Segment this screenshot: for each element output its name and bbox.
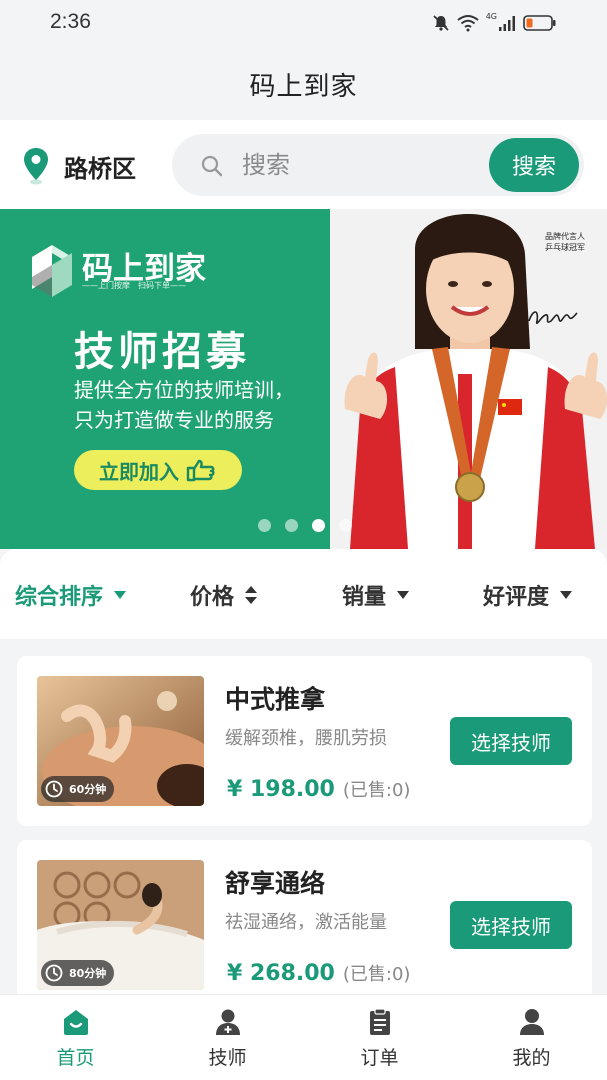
battery-low-icon — [523, 15, 556, 31]
tab-profile[interactable]: 我的 — [456, 995, 607, 1080]
banner-dot-1[interactable] — [258, 519, 271, 532]
sort-sales-label: 销量 — [342, 585, 387, 610]
bottom-tab-bar: 首页 技师 订单 我的 — [0, 994, 607, 1080]
choose-technician-button[interactable]: 选择技师 — [450, 901, 572, 949]
sort-price-label: 价格 — [190, 585, 235, 610]
sort-price[interactable]: 价格 — [190, 579, 258, 611]
service-name: 中式推拿 — [225, 685, 326, 714]
caret-down-icon — [560, 591, 573, 599]
banner-desc-line-1: 提供全方位的技师培训， — [74, 378, 294, 402]
ambassador-photo — [330, 209, 607, 549]
service-description: 祛湿通络，激活能量 — [225, 912, 387, 933]
service-price: ¥ 198.00 — [227, 777, 335, 802]
page-title: 码上到家 — [249, 71, 358, 102]
tab-orders[interactable]: 订单 — [304, 995, 455, 1080]
price-row: ¥ 268.00 (已售:0) — [227, 960, 410, 986]
location-selector[interactable]: 路桥区 — [22, 146, 136, 186]
caret-down-icon — [114, 591, 127, 599]
sold-count: (已售:0) — [342, 964, 411, 985]
duration-label: 60分钟 — [69, 783, 107, 796]
sort-bar: 综合排序 价格 销量 好评度 — [0, 549, 607, 639]
sort-rating[interactable]: 好评度 — [483, 579, 573, 611]
status-time: 2:36 — [50, 10, 91, 33]
sort-comprehensive[interactable]: 综合排序 — [15, 579, 127, 611]
location-pin-icon — [24, 148, 48, 185]
sold-count: (已售:0) — [342, 780, 411, 801]
wifi-icon — [457, 15, 479, 32]
join-now-button[interactable]: 立即加入 — [74, 450, 242, 490]
mute-bell-icon — [433, 15, 449, 31]
tab-technician-label: 技师 — [208, 1047, 247, 1069]
promo-banner[interactable]: 码上到家 ——上门按摩 扫码下单—— 技师招募 提供全方位的技师培训， 只为打造… — [0, 209, 607, 549]
search-icon — [201, 155, 223, 177]
title-bar: 码上到家 — [0, 48, 607, 120]
signature-icon — [528, 311, 578, 324]
duration-badge: 80分钟 — [41, 960, 115, 986]
network-type-label: 4G — [485, 12, 497, 21]
banner-description: 提供全方位的技师培训， 只为打造做专业的服务 — [74, 375, 354, 435]
banner-dot-2[interactable] — [285, 519, 298, 532]
sort-rating-label: 好评度 — [483, 585, 550, 610]
tab-orders-label: 订单 — [360, 1047, 399, 1069]
duration-label: 80分钟 — [69, 967, 107, 980]
brand-logo-icon — [32, 245, 72, 297]
clock-icon — [45, 964, 63, 982]
service-image: 80分钟 — [37, 860, 204, 990]
sort-updown-icon — [245, 586, 258, 604]
clock-icon — [45, 780, 63, 798]
banner-pagination — [258, 519, 352, 532]
banner-headline: 技师招募 — [74, 329, 250, 375]
endorse-label: 品牌代言人 乒乓球冠军 — [545, 232, 585, 252]
price-row: ¥ 198.00 (已售:0) — [227, 776, 410, 802]
brand-tagline: ——上门按摩 扫码下单—— — [82, 281, 186, 290]
tab-home[interactable]: 首页 — [0, 995, 151, 1080]
thumbs-up-icon — [186, 459, 215, 482]
service-description: 缓解颈椎，腰肌劳损 — [225, 728, 387, 749]
sort-comprehensive-label: 综合排序 — [15, 585, 104, 610]
banner-desc-line-2: 只为打造做专业的服务 — [74, 408, 274, 432]
tab-profile-label: 我的 — [512, 1047, 551, 1069]
banner-dot-4[interactable] — [339, 519, 352, 532]
service-image: 60分钟 — [37, 676, 204, 806]
tab-home-label: 首页 — [56, 1047, 95, 1069]
sort-sales[interactable]: 销量 — [342, 579, 410, 611]
service-card[interactable]: 80分钟 舒享通络 祛湿通络，激活能量 ¥ 268.00 (已售:0) 选择技师 — [17, 840, 592, 1010]
search-box: 搜索 — [172, 134, 584, 196]
service-name: 舒享通络 — [225, 869, 326, 898]
technician-icon — [215, 1009, 240, 1035]
status-icons: 4G — [432, 12, 557, 34]
search-row: 路桥区 搜索 — [0, 120, 607, 209]
search-input[interactable] — [242, 147, 472, 183]
service-price: ¥ 268.00 — [227, 961, 335, 986]
duration-badge: 60分钟 — [41, 776, 115, 802]
join-now-label: 立即加入 — [99, 459, 179, 484]
home-icon — [63, 1010, 88, 1035]
status-bar: 2:36 4G — [0, 0, 607, 48]
user-profile-icon — [519, 1009, 544, 1035]
order-clipboard-icon — [369, 1008, 390, 1035]
caret-down-icon — [397, 591, 410, 599]
service-card[interactable]: 60分钟 中式推拿 缓解颈椎，腰肌劳损 ¥ 198.00 (已售:0) 选择技师 — [17, 656, 592, 826]
choose-technician-button[interactable]: 选择技师 — [450, 717, 572, 765]
signal-icon — [499, 16, 515, 31]
banner-dot-3[interactable] — [312, 519, 325, 532]
search-button[interactable]: 搜索 — [489, 138, 579, 192]
tab-technician[interactable]: 技师 — [152, 995, 303, 1080]
location-district: 路桥区 — [64, 154, 136, 183]
